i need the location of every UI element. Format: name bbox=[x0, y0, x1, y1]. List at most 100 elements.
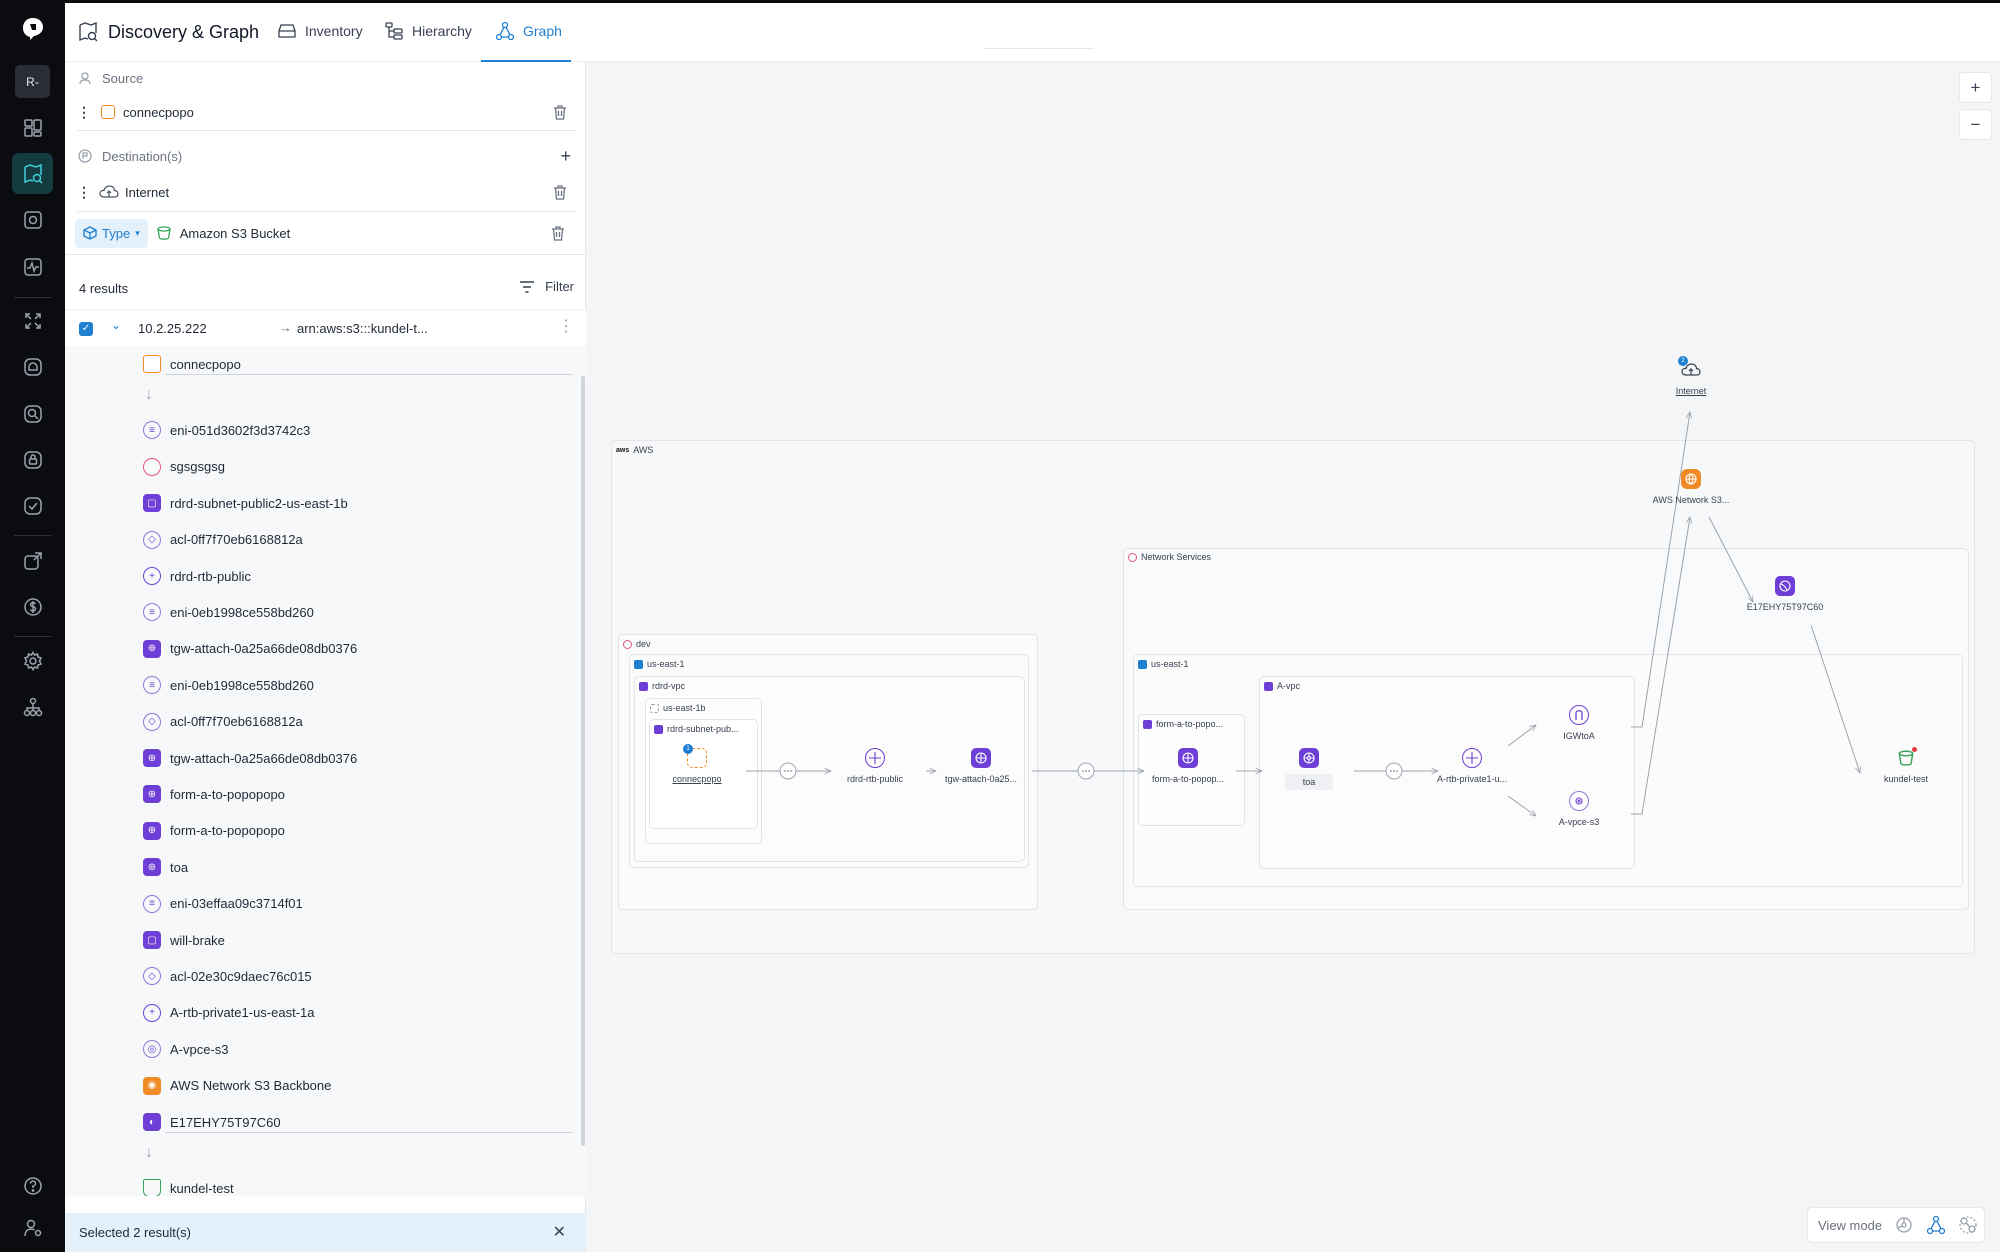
type-value: Amazon S3 Bucket bbox=[179, 225, 291, 241]
rail-activity-button[interactable] bbox=[12, 246, 53, 287]
selection-count: Selected 2 result(s) bbox=[79, 1225, 191, 1240]
chevron-down-icon[interactable]: ⌄ bbox=[111, 318, 121, 332]
hop-item[interactable]: connecpopo bbox=[143, 352, 241, 376]
clear-selection-close-icon[interactable]: ✕ bbox=[553, 1222, 566, 1242]
selection-footer: Selected 2 result(s) ✕ bbox=[65, 1213, 586, 1252]
graph-view-icon[interactable] bbox=[1926, 1215, 1946, 1235]
hop-list-scrollbar[interactable] bbox=[581, 376, 585, 1146]
route-table-icon: + bbox=[143, 567, 161, 585]
rail-integrations-button[interactable] bbox=[12, 300, 53, 341]
hop-item[interactable]: ◇ acl-0ff7f70eb6168812a bbox=[143, 528, 303, 552]
rail-monitor-button[interactable] bbox=[12, 199, 53, 240]
view-mode-switcher: View mode bbox=[1807, 1207, 1985, 1243]
rail-dashboard-button[interactable] bbox=[12, 107, 53, 148]
node-toa[interactable]: toa bbox=[1249, 748, 1369, 790]
node-igw[interactable]: IGWtoA bbox=[1519, 705, 1639, 741]
backbone-icon bbox=[1681, 469, 1701, 489]
add-destination-button[interactable]: + bbox=[560, 146, 571, 167]
delete-source-trash-icon[interactable] bbox=[551, 103, 569, 121]
endpoint-badge: 2 bbox=[1678, 356, 1688, 366]
rail-security-button[interactable] bbox=[12, 439, 53, 480]
tgw-icon: ⊛ bbox=[143, 858, 161, 877]
hop-item[interactable]: ◐ E17EHY75T97C60 bbox=[143, 1110, 281, 1134]
lock-icon bbox=[23, 450, 42, 469]
hop-item[interactable]: ◎ A-vpce-s3 bbox=[143, 1037, 229, 1061]
node-form-a[interactable]: form-a-to-popop... bbox=[1128, 748, 1248, 784]
node-rtb-private[interactable]: A-rtb-private1-u... bbox=[1412, 748, 1532, 784]
hop-item[interactable]: ⊕ tgw-attach-0a25a66de08db0376 bbox=[143, 746, 357, 770]
filter-button[interactable]: Filter bbox=[519, 279, 574, 294]
node-rtb-public[interactable]: rdrd-rtb-public bbox=[815, 748, 935, 784]
node-internet[interactable]: 2 Internet bbox=[1631, 356, 1751, 396]
hop-label: eni-0eb1998ce558bd260 bbox=[170, 604, 314, 620]
type-dropdown-label: Type bbox=[102, 225, 131, 241]
radial-view-icon[interactable] bbox=[1894, 1215, 1914, 1235]
monitor-icon bbox=[23, 210, 42, 229]
brand-logo-icon[interactable] bbox=[20, 16, 46, 42]
rail-billing-button[interactable] bbox=[12, 586, 53, 627]
tab-graph[interactable]: Graph bbox=[495, 21, 562, 41]
hop-item[interactable]: ≡ eni-0eb1998ce558bd260 bbox=[143, 673, 314, 697]
destination-drag-handle-icon[interactable]: ⋮ bbox=[77, 184, 91, 201]
result-checkbox[interactable]: ✓ bbox=[79, 322, 93, 336]
internet-gateway-icon bbox=[1569, 705, 1589, 725]
rail-search-button[interactable] bbox=[12, 393, 53, 434]
destination-row[interactable]: ⋮ Internet bbox=[77, 179, 577, 205]
tab-inventory[interactable]: Inventory bbox=[277, 21, 363, 41]
node-tgw-attach[interactable]: tgw-attach-0a25... bbox=[921, 748, 1041, 784]
node-bucket[interactable]: kundel-test bbox=[1846, 747, 1966, 784]
hop-item[interactable]: ⊛ toa bbox=[143, 855, 188, 879]
hop-item[interactable]: ≡ eni-0eb1998ce558bd260 bbox=[143, 600, 314, 624]
hop-item[interactable]: ⊕ form-a-to-popopopo bbox=[143, 782, 285, 806]
node-vpce[interactable]: A-vpce-s3 bbox=[1519, 791, 1639, 827]
type-dropdown[interactable]: Type ▾ bbox=[75, 218, 148, 248]
workspace-switcher[interactable]: R- bbox=[15, 65, 50, 98]
eni-icon: ≡ bbox=[143, 894, 161, 913]
delete-type-trash-icon[interactable] bbox=[549, 224, 567, 242]
result-row[interactable]: ✓ ⌄ 10.2.25.222 → arn:aws:s3:::kundel-t.… bbox=[65, 309, 586, 346]
hop-item[interactable]: ◉ AWS Network S3 Backbone bbox=[143, 1074, 331, 1098]
activity-icon bbox=[23, 257, 42, 276]
node-cloudfront[interactable]: E17EHY75T97C60 bbox=[1725, 576, 1845, 612]
result-more-icon[interactable]: ⋮ bbox=[558, 316, 574, 336]
tab-hierarchy[interactable]: Hierarchy bbox=[384, 21, 472, 41]
hop-item[interactable]: ≡ eni-03effaa09c3714f01 bbox=[143, 892, 303, 916]
hop-item[interactable]: ◇ acl-02e30c9daec76c015 bbox=[143, 964, 312, 988]
hop-item[interactable]: ⊕ tgw-attach-0a25a66de08db0376 bbox=[143, 637, 357, 661]
inventory-icon bbox=[278, 24, 296, 38]
rail-compliance-button[interactable] bbox=[12, 485, 53, 526]
node-source-label: connecpopo bbox=[672, 774, 722, 784]
vpc-endpoint-icon bbox=[1569, 791, 1589, 811]
rail-settings-button[interactable] bbox=[12, 640, 53, 681]
eni-icon: ≡ bbox=[143, 603, 161, 622]
hop-item[interactable]: ▢ will-brake bbox=[143, 928, 225, 952]
rail-org-button[interactable] bbox=[12, 686, 53, 727]
hop-item[interactable]: + rdrd-rtb-public bbox=[143, 564, 251, 588]
graph-canvas[interactable]: + − aws AWS Network Services dev us-east… bbox=[586, 48, 2000, 1252]
hop-item[interactable]: ▢ rdrd-subnet-public2-us-east-1b bbox=[143, 491, 348, 515]
node-source[interactable]: 1 connecpopo bbox=[637, 744, 757, 784]
hop-label: kundel-test bbox=[170, 1180, 234, 1196]
hop-label: A-rtb-private1-us-east-1a bbox=[170, 1005, 315, 1021]
rail-alerts-button[interactable] bbox=[12, 346, 53, 387]
hop-item[interactable]: ≡ eni-051d3602f3d3742c3 bbox=[143, 418, 310, 442]
source-drag-handle-icon[interactable]: ⋮ bbox=[77, 104, 91, 121]
hop-item[interactable]: ◇ acl-0ff7f70eb6168812a bbox=[143, 710, 303, 734]
node-bucket-label: kundel-test bbox=[1883, 774, 1929, 784]
s3-bucket-icon bbox=[1896, 747, 1917, 768]
rail-help-button[interactable] bbox=[12, 1165, 53, 1206]
rail-user-settings-button[interactable] bbox=[12, 1207, 53, 1248]
hop-item[interactable]: kundel-test bbox=[143, 1176, 234, 1196]
rail-discovery-button[interactable] bbox=[12, 153, 53, 194]
source-row[interactable]: ⋮ connecpopo bbox=[77, 99, 577, 125]
hop-item[interactable]: + A-rtb-private1-us-east-1a bbox=[143, 1001, 315, 1025]
hop-item[interactable]: sgsgsgsg bbox=[143, 455, 225, 479]
rail-automation-button[interactable] bbox=[12, 540, 53, 581]
hop-item[interactable]: ⊕ form-a-to-popopopo bbox=[143, 819, 285, 843]
delete-destination-trash-icon[interactable] bbox=[551, 183, 569, 201]
graph-edges bbox=[746, 62, 2000, 1252]
node-backbone[interactable]: AWS Network S3... bbox=[1631, 469, 1751, 505]
acl-icon: ◇ bbox=[143, 530, 161, 549]
rail-divider bbox=[14, 297, 52, 298]
cluster-view-icon[interactable] bbox=[1958, 1215, 1978, 1235]
